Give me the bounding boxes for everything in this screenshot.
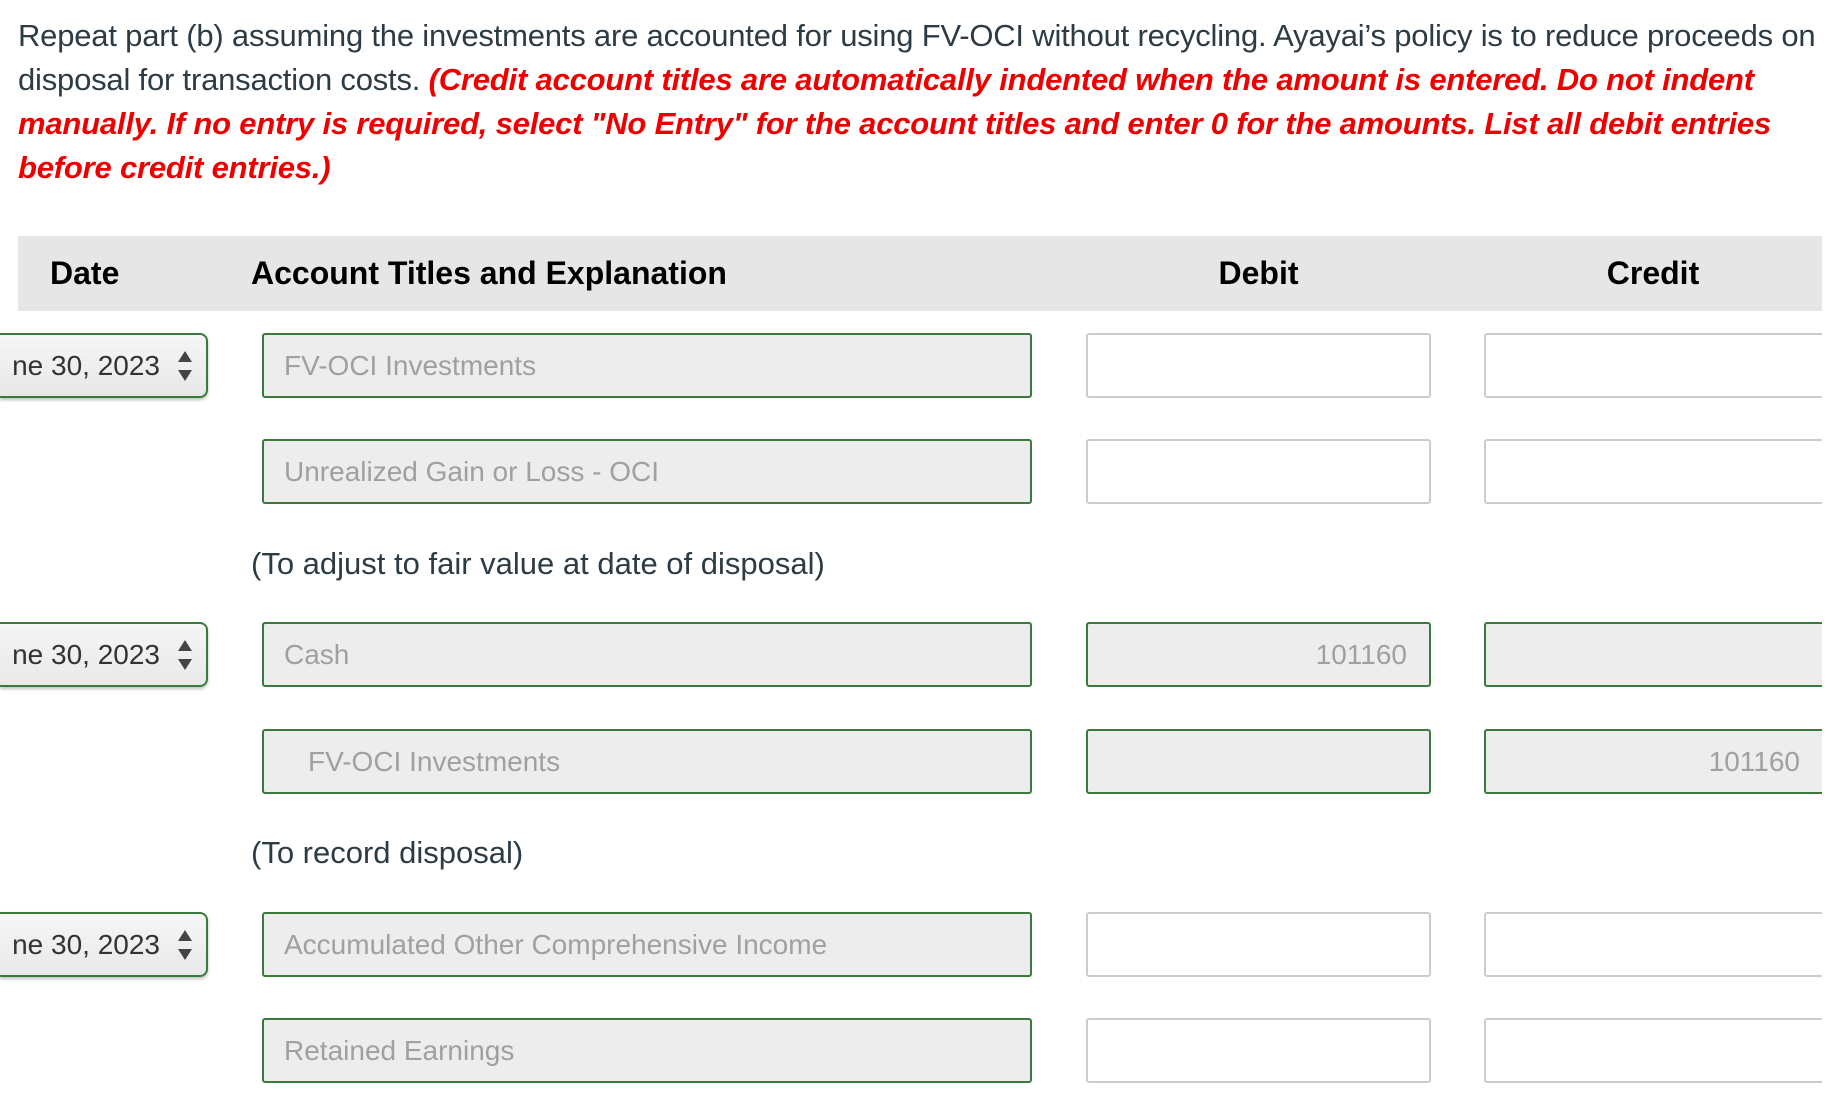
account-title-field[interactable]: FV-OCI Investments xyxy=(262,333,1032,398)
date-value: ne 30, 2023 xyxy=(12,350,160,381)
debit-input[interactable] xyxy=(1086,729,1431,794)
header-account: Account Titles and Explanation xyxy=(251,255,727,291)
credit-input[interactable] xyxy=(1484,912,1822,977)
debit-input[interactable] xyxy=(1086,1018,1431,1083)
account-title-field[interactable]: Unrealized Gain or Loss - OCI xyxy=(262,439,1032,504)
select-arrows-icon xyxy=(178,351,192,381)
account-title-field[interactable]: Retained Earnings xyxy=(262,1018,1032,1083)
credit-input[interactable]: 101160 xyxy=(1484,729,1822,794)
credit-input[interactable] xyxy=(1484,439,1822,504)
date-value: ne 30, 2023 xyxy=(12,639,160,670)
debit-input[interactable] xyxy=(1086,333,1431,398)
entry-explanation: (To record disposal) xyxy=(251,835,524,870)
account-title-field[interactable]: Cash xyxy=(262,622,1032,687)
select-arrows-icon xyxy=(178,930,192,960)
header-credit: Credit xyxy=(1606,255,1700,291)
instructions: Repeat part (b) assuming the investments… xyxy=(18,14,1818,190)
select-arrows-icon xyxy=(178,640,192,670)
entry-explanation: (To adjust to fair value at date of disp… xyxy=(251,546,825,581)
table-header: Date Account Titles and Explanation Debi… xyxy=(18,236,1822,311)
account-title-field[interactable]: Accumulated Other Comprehensive Income xyxy=(262,912,1032,977)
account-title-field[interactable]: FV-OCI Investments xyxy=(262,729,1032,794)
debit-input[interactable] xyxy=(1086,439,1431,504)
credit-input[interactable] xyxy=(1484,1018,1822,1083)
date-select[interactable]: ne 30, 2023 xyxy=(0,333,208,398)
date-select[interactable]: ne 30, 2023 xyxy=(0,622,208,687)
header-debit: Debit xyxy=(1218,255,1299,291)
header-date: Date xyxy=(50,255,120,291)
credit-input[interactable] xyxy=(1484,622,1822,687)
date-value: ne 30, 2023 xyxy=(12,929,160,960)
debit-input[interactable]: 101160 xyxy=(1086,622,1431,687)
debit-input[interactable] xyxy=(1086,912,1431,977)
credit-input[interactable] xyxy=(1484,333,1822,398)
date-select[interactable]: ne 30, 2023 xyxy=(0,912,208,977)
